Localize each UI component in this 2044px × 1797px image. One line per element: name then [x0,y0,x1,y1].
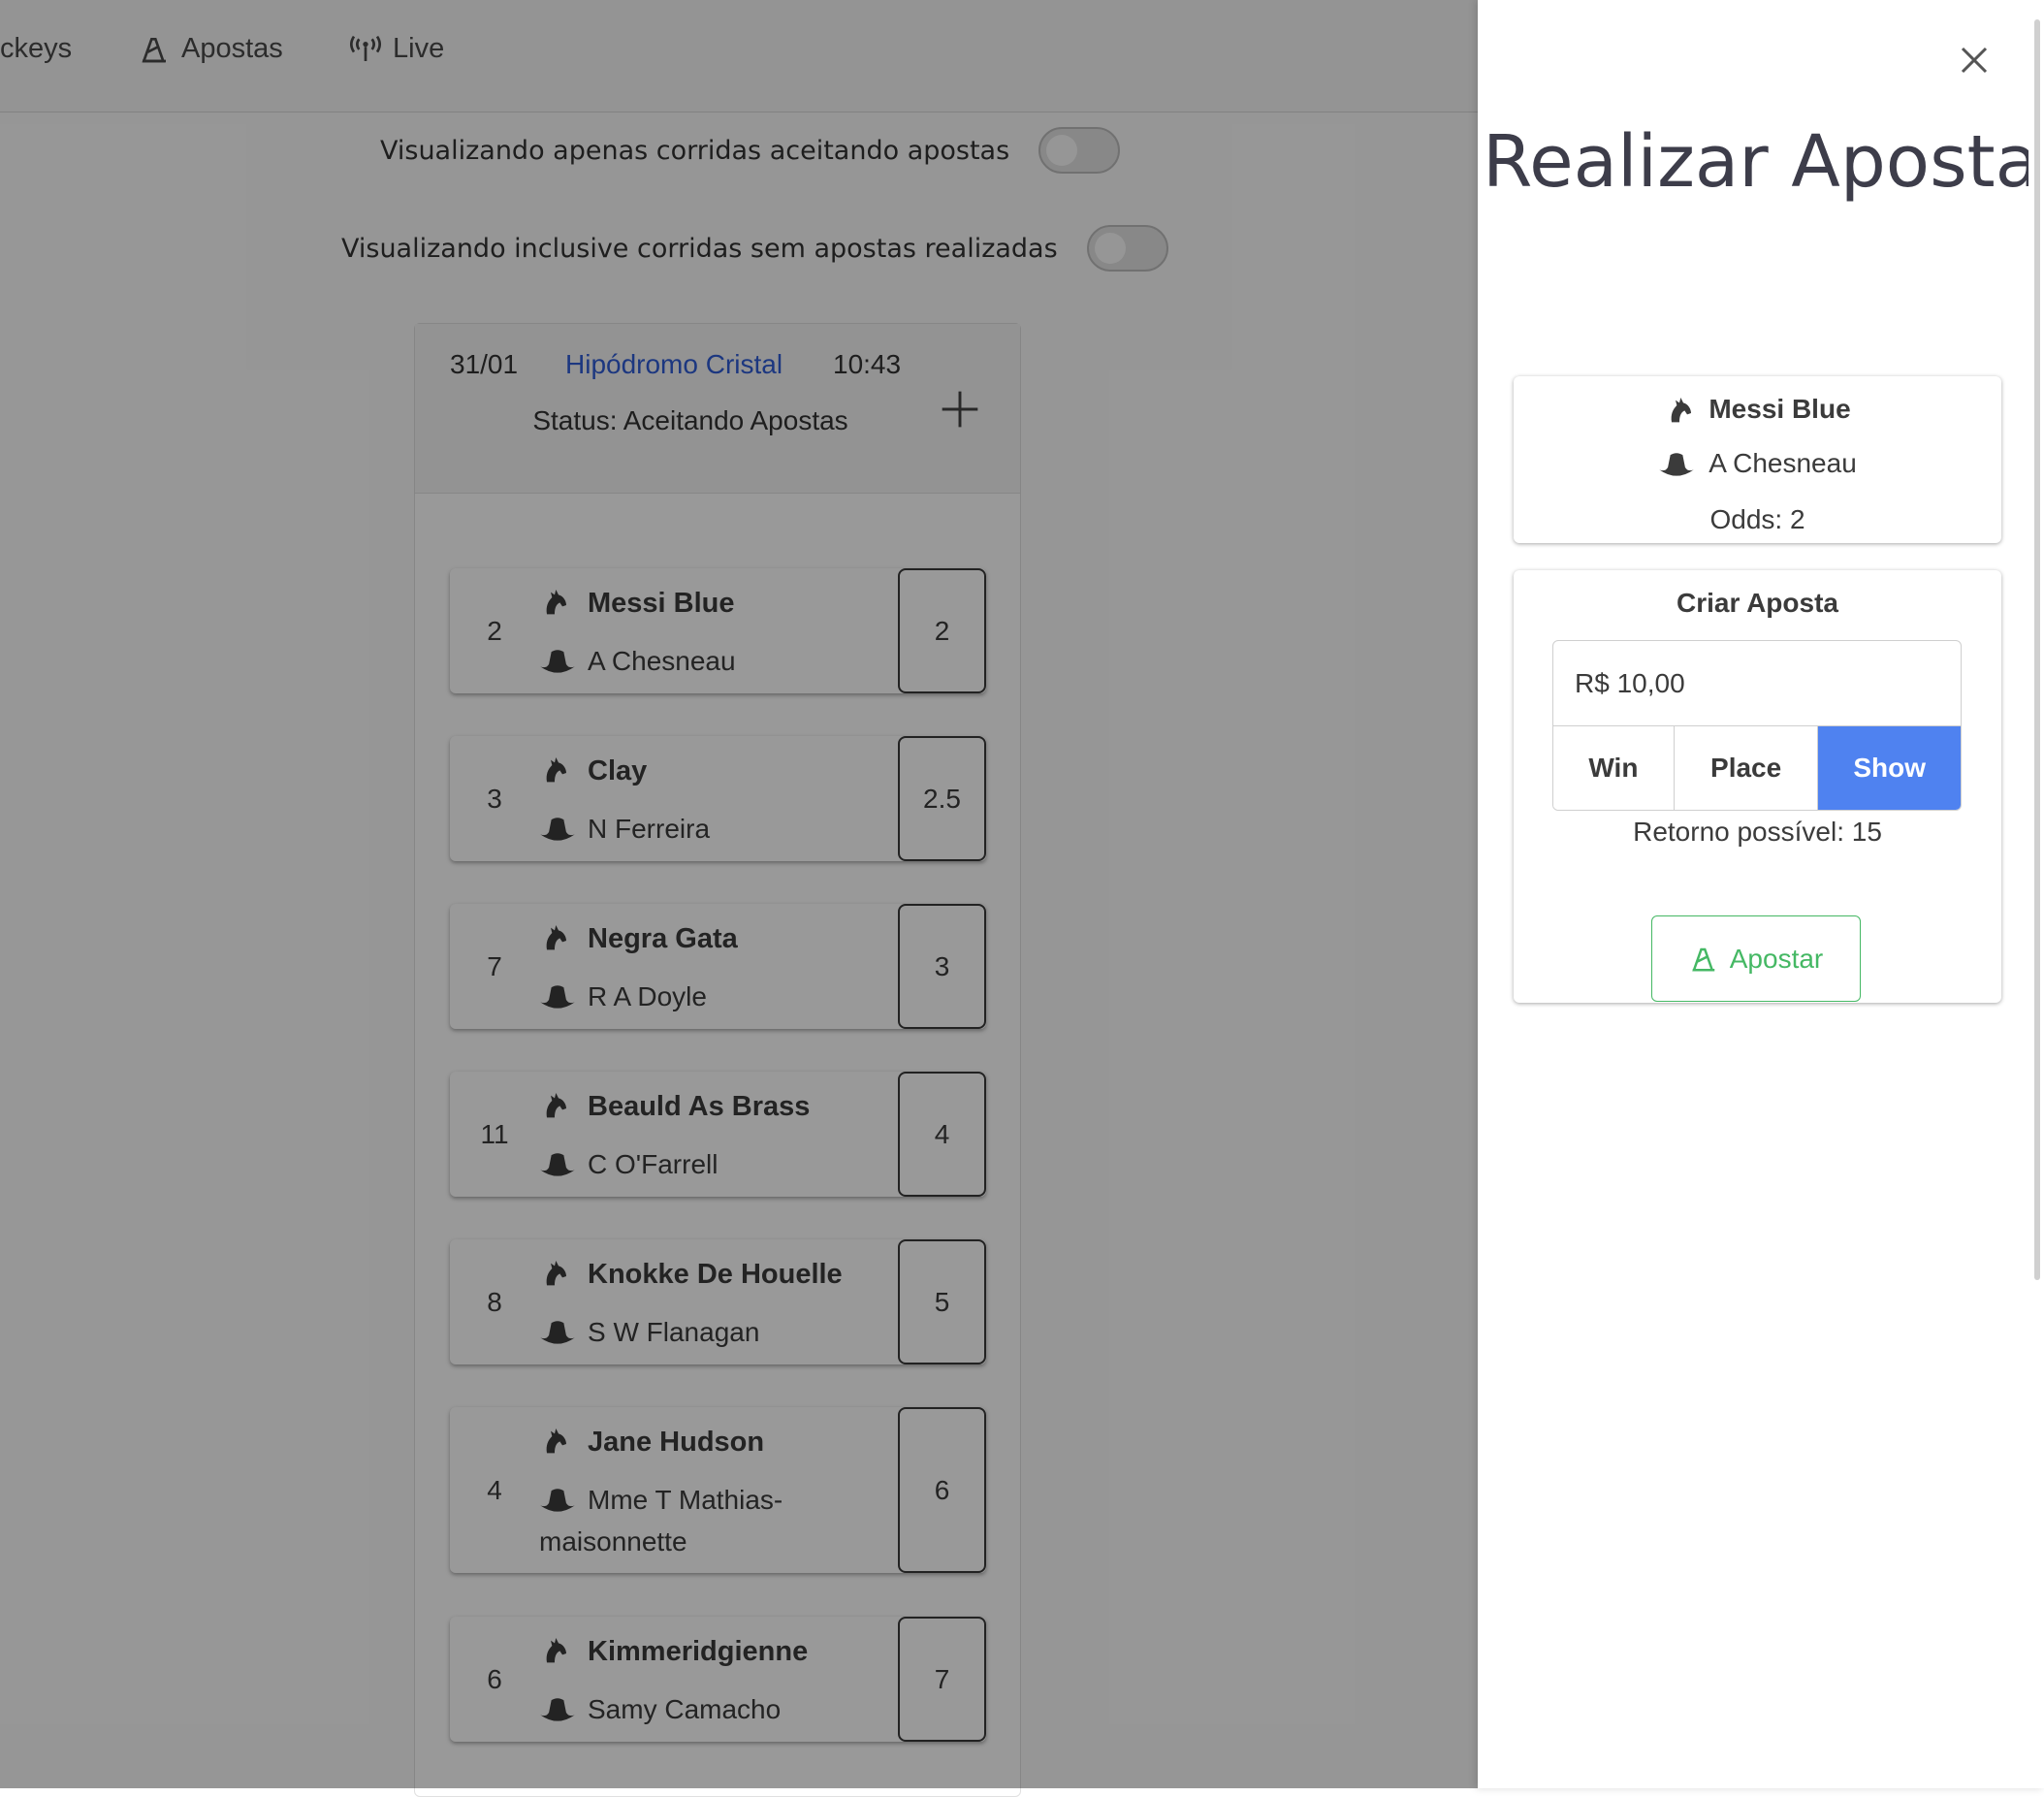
create-bet-title: Criar Aposta [1676,588,1838,618]
drawer-title-text: Realizar Aposta [1482,120,2039,204]
selection-horse-name: Messi Blue [1709,394,1851,424]
place-bet-button[interactable]: Apostar [1651,915,1861,1002]
bet-icon [1691,947,1714,971]
possible-return: Retorno possível: 15 [1633,817,1882,847]
selection-jockey: A Chesneau [1514,448,2001,479]
close-icon[interactable] [1957,43,1992,78]
bet-drawer: Realizar Aposta Messi Blue A Chesneau Od… [1478,0,2044,1788]
selection-odds: Odds: 2 [1709,504,1805,534]
selection-card: Messi Blue A Chesneau Odds: 2 [1514,376,2001,543]
selection-horse: Messi Blue [1514,394,2001,425]
place-bet-label: Apostar [1729,943,1824,974]
modal-backdrop[interactable] [0,0,1478,1788]
selection-jockey-name: A Chesneau [1709,448,1857,478]
bet-type-group: Win Place Show [1552,726,1962,811]
bet-amount-input[interactable] [1552,640,1962,726]
bet-type-show[interactable]: Show [1818,726,1961,810]
horse-icon [1672,398,1692,423]
bet-type-win[interactable]: Win [1553,726,1675,810]
drawer-title: Realizar Aposta [1478,120,2044,205]
scrollbar-thumb[interactable] [2034,19,2040,1280]
create-bet-card: Criar Aposta Win Place Show Retorno poss… [1514,570,2001,1003]
bet-type-place[interactable]: Place [1674,726,1819,810]
jockey-hat-icon [1659,453,1694,476]
